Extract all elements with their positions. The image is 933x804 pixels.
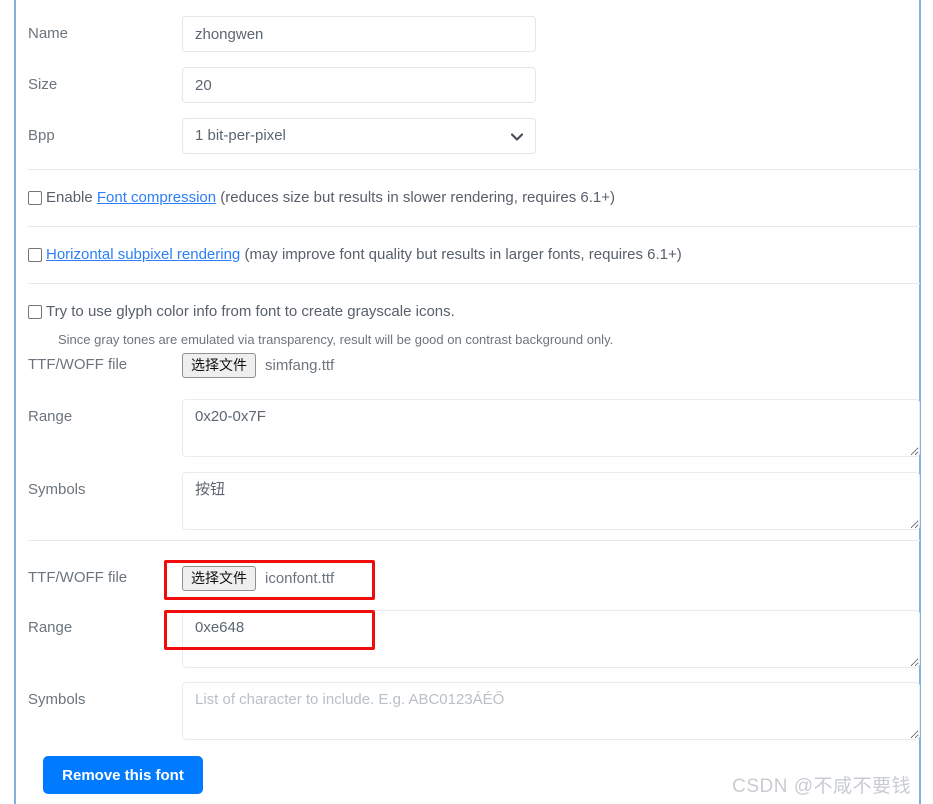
font-compression-prefix: Enable: [46, 189, 97, 206]
font2-choose-file-button[interactable]: 选择文件: [182, 565, 256, 591]
font1-symbols-textarea[interactable]: [182, 472, 920, 530]
font1-file-label: TTF/WOFF file: [28, 356, 128, 373]
grayscale-icons-note: Since gray tones are emulated via transp…: [58, 332, 614, 347]
panel-content: Name Size Bpp 1 bit-per-pixel Enable Fon…: [16, 0, 920, 804]
font2-range-label: Range: [28, 619, 73, 636]
divider-2: [28, 226, 920, 227]
label-bpp: Bpp: [28, 127, 55, 144]
name-input[interactable]: [182, 16, 536, 52]
option-grayscale-icons[interactable]: Try to use glyph color info from font to…: [28, 303, 455, 321]
field-row-bpp: Bpp 1 bit-per-pixel: [16, 118, 536, 154]
font2-file-picker[interactable]: 选择文件 iconfont.ttf: [182, 560, 335, 591]
font2-range-row: Range: [16, 610, 920, 668]
font1-range-label: Range: [28, 408, 73, 425]
option-subpixel-rendering[interactable]: Horizontal subpixel rendering (may impro…: [28, 246, 682, 264]
font1-choose-file-button[interactable]: 选择文件: [182, 352, 256, 378]
font-compression-label: Enable Font compression (reduces size bu…: [46, 189, 615, 207]
font2-symbols-row: Symbols: [16, 682, 920, 740]
font2-file-name: iconfont.ttf: [265, 569, 335, 587]
subpixel-label: Horizontal subpixel rendering (may impro…: [46, 246, 682, 264]
font1-file-row: TTF/WOFF file 选择文件 simfang.ttf: [16, 352, 334, 378]
watermark: CSDN @不咸不要钱: [732, 776, 911, 797]
font-converter-panel: Name Size Bpp 1 bit-per-pixel Enable Fon…: [0, 0, 933, 804]
font2-file-row: TTF/WOFF file 选择文件 iconfont.ttf: [16, 560, 335, 591]
option-font-compression[interactable]: Enable Font compression (reduces size bu…: [28, 189, 615, 207]
font-compression-link[interactable]: Font compression: [97, 189, 216, 206]
bpp-select-value: 1 bit-per-pixel: [195, 127, 286, 144]
subpixel-suffix: (may improve font quality but results in…: [240, 246, 682, 263]
font1-file-picker[interactable]: 选择文件 simfang.ttf: [182, 352, 334, 378]
grayscale-icons-label: Try to use glyph color info from font to…: [46, 303, 455, 320]
font2-file-label: TTF/WOFF file: [28, 569, 128, 586]
font1-file-name: simfang.ttf: [265, 356, 335, 374]
divider-4: [28, 540, 920, 541]
divider-3: [28, 283, 920, 284]
label-name: Name: [28, 25, 69, 42]
font-compression-suffix: (reduces size but results in slower rend…: [216, 189, 616, 206]
size-input[interactable]: [182, 67, 536, 103]
chevron-down-icon: [511, 119, 523, 155]
field-row-name: Name: [16, 16, 536, 52]
bpp-select[interactable]: 1 bit-per-pixel: [182, 118, 536, 154]
grayscale-icons-checkbox[interactable]: [28, 305, 42, 319]
font1-range-textarea[interactable]: [182, 399, 920, 457]
subpixel-checkbox[interactable]: [28, 248, 42, 262]
font1-symbols-label: Symbols: [28, 481, 86, 498]
label-size: Size: [28, 76, 58, 93]
font1-symbols-row: Symbols: [16, 472, 920, 530]
font2-range-textarea[interactable]: [182, 610, 920, 668]
remove-this-font-button[interactable]: Remove this font: [43, 756, 203, 794]
font-compression-checkbox[interactable]: [28, 191, 42, 205]
field-row-size: Size: [16, 67, 536, 103]
divider-1: [28, 169, 920, 170]
font1-range-row: Range: [16, 399, 920, 457]
font2-symbols-textarea[interactable]: [182, 682, 920, 740]
font2-symbols-label: Symbols: [28, 691, 86, 708]
subpixel-link[interactable]: Horizontal subpixel rendering: [46, 246, 240, 263]
